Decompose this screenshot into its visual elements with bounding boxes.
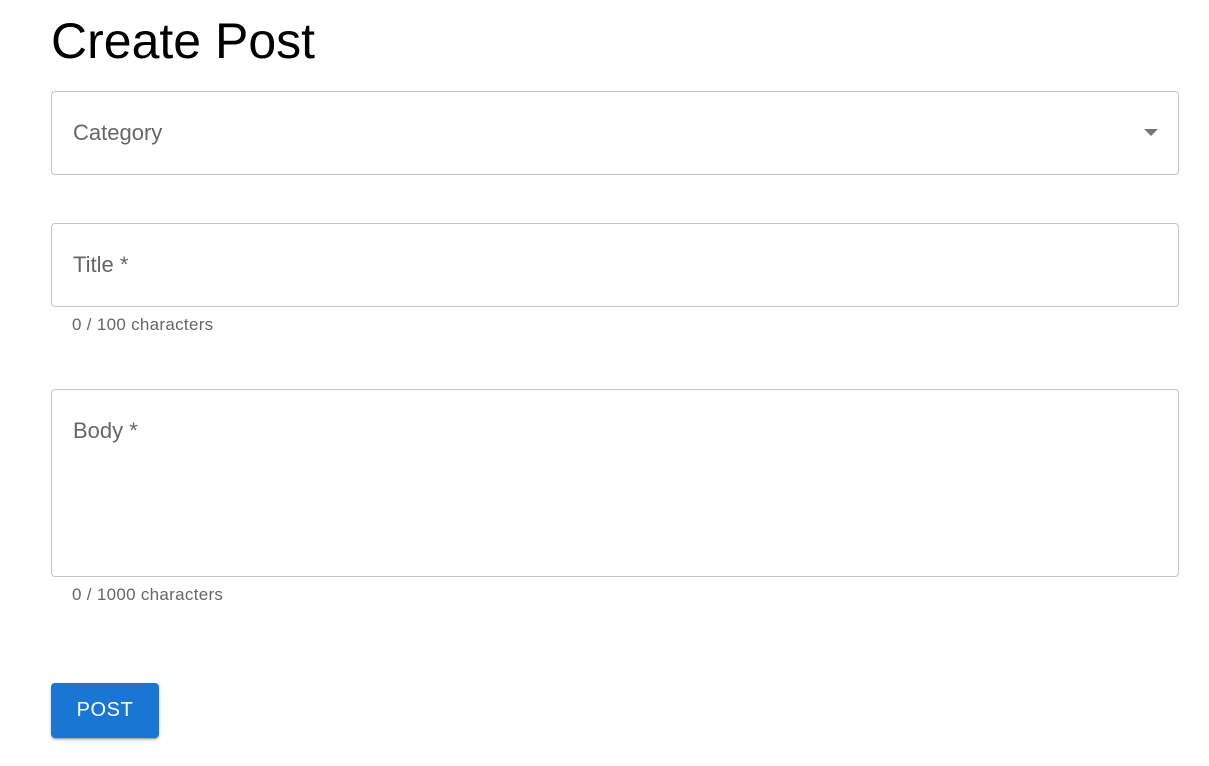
category-label: Category <box>73 120 163 145</box>
title-label: Title * <box>73 252 129 277</box>
post-button[interactable]: POST <box>51 683 159 738</box>
body-textarea[interactable]: Body * <box>51 389 1179 577</box>
body-label: Body * <box>73 418 138 443</box>
title-character-count: 0 / 100 characters <box>72 315 214 334</box>
body-character-count: 0 / 1000 characters <box>72 585 224 604</box>
create-post-page: Create Post Category Title * 0 / 100 cha… <box>0 0 1209 766</box>
category-select[interactable]: Category <box>51 91 1179 175</box>
title-input[interactable]: Title * <box>51 223 1179 307</box>
caret-down-icon <box>1144 129 1158 136</box>
page-title: Create Post <box>51 13 316 69</box>
